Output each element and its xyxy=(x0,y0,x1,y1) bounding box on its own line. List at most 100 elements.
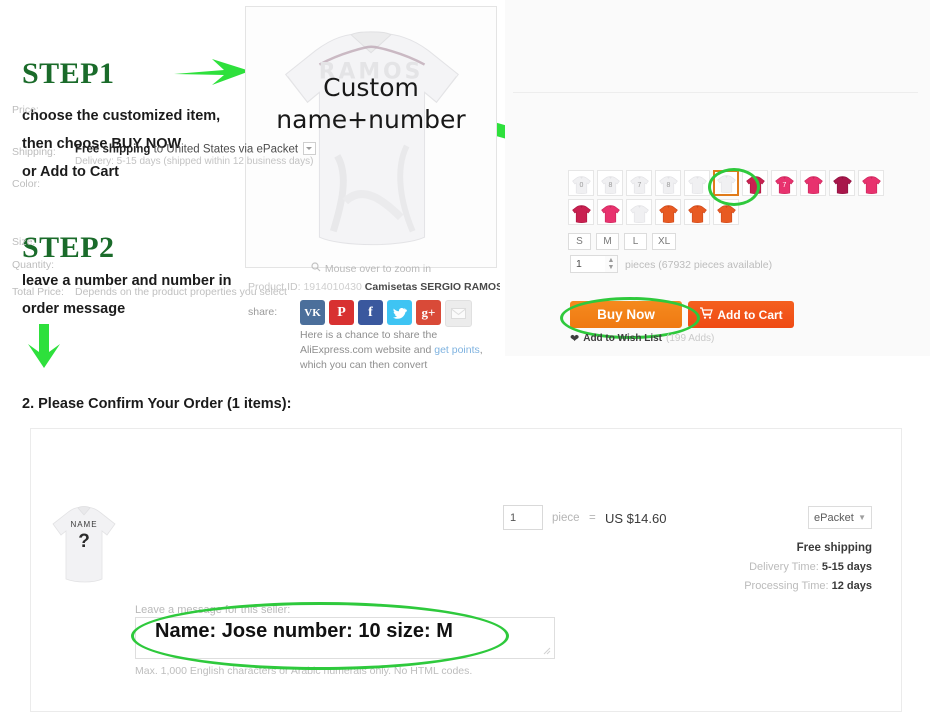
shipping-free-text: Free shipping xyxy=(75,143,151,156)
processing-time-row: Processing Time: 12 days xyxy=(744,580,872,592)
total-price-label: Total Price: xyxy=(12,286,64,298)
unit-price: US $14.60 xyxy=(605,511,667,526)
svg-text:NAME: NAME xyxy=(70,520,97,529)
color-swatch-white-2[interactable]: 7 xyxy=(626,170,652,196)
share-note: Here is a chance to share the AliExpress… xyxy=(300,328,500,374)
piece-label: piece xyxy=(552,512,580,524)
quantity-available-note: pieces (67932 pieces available) xyxy=(625,259,773,271)
color-swatch-white-0[interactable]: 0 xyxy=(568,170,594,196)
delivery-time-value: 5-15 days xyxy=(821,561,872,573)
product-gallery[interactable]: RAMOS xyxy=(245,6,497,268)
color-label: Color: xyxy=(12,178,41,190)
svg-text:8: 8 xyxy=(608,182,612,189)
wishlist-count: (199 Adds) xyxy=(666,333,715,344)
shipping-method-select[interactable]: ePacket ▼ xyxy=(808,506,872,529)
share-pinterest-icon[interactable]: P xyxy=(329,300,354,325)
product-title: Camisetas SERGIO RAMOS Soccer ... xyxy=(364,281,500,293)
color-swatch-orange-5[interactable] xyxy=(713,199,739,225)
processing-time-label: Processing Time: xyxy=(744,580,829,592)
step2-line-2: order message xyxy=(22,301,126,317)
color-swatch-pink-10[interactable] xyxy=(858,170,884,196)
quantity-label: Quantity: xyxy=(12,259,55,271)
panel-divider xyxy=(513,92,918,93)
zoom-hint[interactable]: Mouse over to zoom in xyxy=(245,262,497,278)
equals-sign: = xyxy=(589,512,596,524)
add-to-cart-button[interactable]: Add to Cart xyxy=(688,301,794,328)
shipping-rest-text: to United States via ePacket xyxy=(150,143,299,156)
share-email-icon[interactable] xyxy=(445,300,472,327)
share-google-plus-icon[interactable]: g+ xyxy=(416,300,441,325)
color-swatch-row-2[interactable] xyxy=(568,199,908,225)
chevron-down-icon[interactable] xyxy=(303,142,317,155)
total-price-note: Depends on the product properties you se… xyxy=(75,286,287,298)
processing-time-value: 12 days xyxy=(831,580,872,592)
svg-text:7: 7 xyxy=(782,182,786,189)
color-swatch-crimson-0[interactable] xyxy=(568,199,594,225)
stepper-down-icon[interactable]: ▼ xyxy=(608,264,615,271)
color-swatch-crimson-6[interactable] xyxy=(742,170,768,196)
product-image-jersey-back: RAMOS xyxy=(246,7,496,267)
color-swatch-white-1[interactable]: 8 xyxy=(597,170,623,196)
cart-icon xyxy=(699,307,714,322)
shipping-label: Shipping: xyxy=(12,146,56,158)
delivery-time-label: Delivery Time: xyxy=(749,561,819,573)
add-to-wish-list[interactable]: ❤ Add to Wish List (199 Adds) xyxy=(570,332,714,345)
magnifier-icon xyxy=(311,262,321,275)
price-label: Price: xyxy=(12,104,39,116)
color-swatch-white-2[interactable] xyxy=(626,199,652,225)
textarea-resize-handle[interactable] xyxy=(541,645,551,655)
size-options[interactable]: S M L XL xyxy=(568,233,677,250)
overlay-line-1: Custom xyxy=(323,73,419,102)
share-label: share: xyxy=(248,306,278,318)
size-option-l[interactable]: L xyxy=(624,233,647,250)
order-quantity-input[interactable]: 1 xyxy=(503,505,543,530)
shipping-method-value: ePacket xyxy=(814,511,854,524)
color-swatch-selected[interactable] xyxy=(713,170,739,196)
color-swatch-orange-3[interactable] xyxy=(655,199,681,225)
arrow-down-icon xyxy=(22,322,66,375)
share-note-before: Here is a chance to share the AliExpress… xyxy=(300,329,438,357)
size-option-m[interactable]: M xyxy=(596,233,619,250)
zoom-hint-label: Mouse over to zoom in xyxy=(324,263,432,275)
share-twitter-icon[interactable] xyxy=(387,300,412,325)
svg-text:0: 0 xyxy=(579,182,583,189)
custom-name-number-overlay: Custom name+number xyxy=(245,72,497,136)
shipping-value[interactable]: Free shipping to United States via ePack… xyxy=(75,142,317,156)
step1-line-1: choose the customized item, xyxy=(22,108,221,124)
color-swatch-orange-4[interactable] xyxy=(684,199,710,225)
color-swatch-pink-1[interactable] xyxy=(597,199,623,225)
overlay-line-2: name+number xyxy=(276,105,466,134)
confirm-order-heading: 2. Please Confirm Your Order (1 items): xyxy=(22,396,292,412)
seller-message-label: Leave a message for this seller: xyxy=(135,604,291,616)
chevron-down-icon: ▼ xyxy=(858,513,866,522)
heart-icon: ❤ xyxy=(570,333,580,345)
color-swatch-pink-7[interactable]: 7 xyxy=(771,170,797,196)
add-to-cart-label: Add to Cart xyxy=(717,307,783,322)
color-swatch-white-4[interactable] xyxy=(684,170,710,196)
size-label: Size: xyxy=(12,236,36,248)
size-option-xl[interactable]: XL xyxy=(652,233,677,250)
size-option-s[interactable]: S xyxy=(568,233,591,250)
free-shipping-text: Free shipping xyxy=(796,542,872,554)
buy-now-button[interactable]: Buy Now xyxy=(570,301,682,328)
get-points-link[interactable]: get points xyxy=(434,344,480,356)
color-swatch-pink-8[interactable] xyxy=(800,170,826,196)
color-swatch-darkpink-9[interactable] xyxy=(829,170,855,196)
share-facebook-icon[interactable]: f xyxy=(358,300,383,325)
quantity-stepper[interactable]: ▲ ▼ xyxy=(605,255,618,273)
svg-text:7: 7 xyxy=(637,182,641,189)
seller-message-hint: Max. 1,000 English characters or Arabic … xyxy=(135,665,473,677)
share-vk-icon[interactable]: VK xyxy=(300,300,325,325)
delivery-time-row: Delivery Time: 5-15 days xyxy=(749,561,872,573)
wishlist-label: Add to Wish List xyxy=(583,333,663,344)
arrow-right-icon xyxy=(172,55,252,94)
shipping-delivery-note: Delivery: 5-15 days (shipped within 12 b… xyxy=(75,156,314,167)
color-swatch-row-1[interactable]: 0 8 7 8 7 xyxy=(568,170,908,196)
order-item-thumbnail[interactable]: NAME ? xyxy=(48,497,120,589)
color-swatch-white-3[interactable]: 8 xyxy=(655,170,681,196)
share-buttons[interactable]: VK P f g+ xyxy=(300,300,472,327)
tutorial-sheet: STEP1 choose the customized item, then c… xyxy=(0,0,930,725)
color-swatch-grid[interactable]: 0 8 7 8 7 xyxy=(568,170,908,228)
seller-message-value: Name: Jose number: 10 size: M xyxy=(155,620,453,642)
stepper-up-icon[interactable]: ▲ xyxy=(608,257,615,264)
